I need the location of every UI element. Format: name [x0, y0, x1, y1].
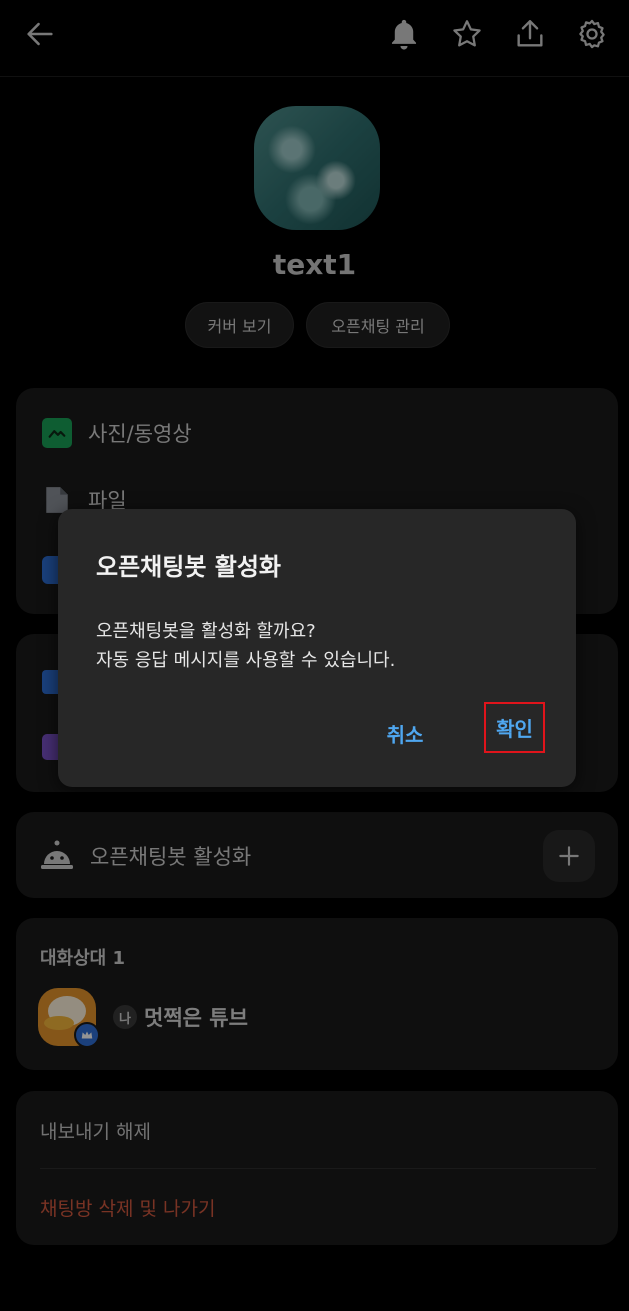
dialog-message-line1: 오픈채팅봇을 활성화 할까요? [96, 621, 316, 642]
dialog-message-line2: 자동 응답 메시지를 사용할 수 있습니다. [96, 650, 396, 671]
dialog-title: 오픈채팅봇 활성화 [96, 553, 281, 581]
bot-activate-dialog: 오픈채팅봇 활성화 오픈채팅봇을 활성화 할까요? 자동 응답 메시지를 사용할… [58, 509, 576, 787]
cancel-button[interactable]: 취소 [374, 713, 436, 753]
dialog-message: 오픈채팅봇을 활성화 할까요? 자동 응답 메시지를 사용할 수 있습니다. [96, 617, 395, 675]
confirm-button[interactable]: 확인 [484, 702, 545, 753]
